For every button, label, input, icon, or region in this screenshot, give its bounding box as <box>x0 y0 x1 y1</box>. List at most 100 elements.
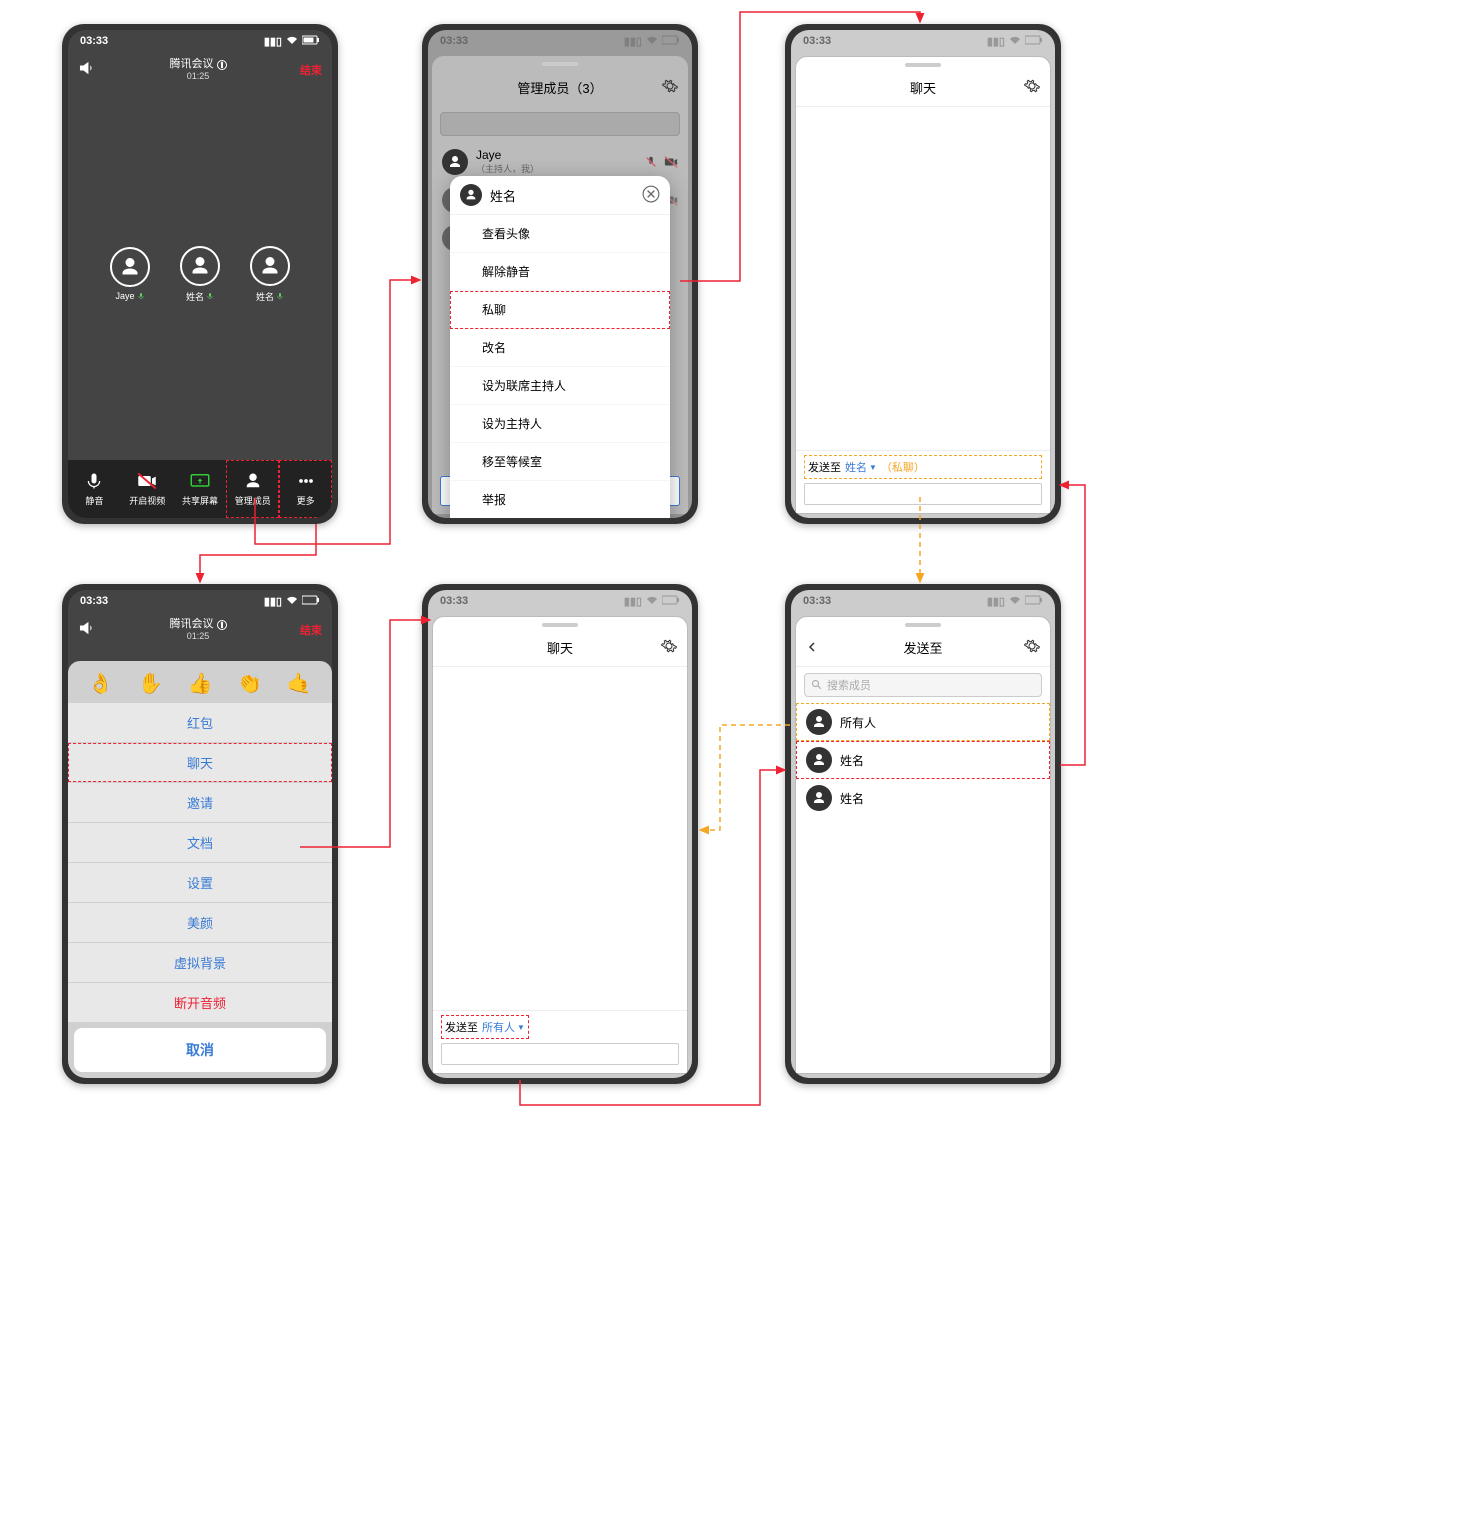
wifi-icon <box>646 35 658 48</box>
chat-footer: 发送至 所有人 ▼ <box>433 1010 687 1073</box>
opt-private-chat[interactable]: 私聊 <box>450 291 670 329</box>
menu-chat[interactable]: 聊天 <box>68 743 332 782</box>
participant-2[interactable]: 姓名 <box>180 246 220 303</box>
info-icon[interactable] <box>217 620 227 630</box>
drag-handle[interactable] <box>905 63 941 67</box>
status-time: 03:33 <box>440 595 468 607</box>
phone-chat-all: 03:33 ▮▮▯ 聊天 发送至 所有人 ▼ <box>422 584 698 1084</box>
search-members-input[interactable]: 搜索成员 <box>440 112 680 136</box>
battery-icon <box>662 595 680 608</box>
bottom-toolbar: 静音 开启视频 共享屏幕 管理成员 更多 <box>68 460 332 518</box>
popup-title: 姓名 <box>490 186 516 205</box>
mic-off-icon <box>644 155 658 169</box>
participants-row: Jaye 姓名 姓名 <box>68 88 332 460</box>
status-time: 03:33 <box>803 35 831 47</box>
share-screen-button[interactable]: 共享屏幕 <box>174 460 227 518</box>
status-bar: 03:33 ▮▮▯ <box>791 590 1055 612</box>
more-actionsheet: 👌 ✋ 👍 👏 🤙 红包 聊天 邀请 文档 设置 美颜 虚拟背景 断开音频 取消 <box>68 661 332 1078</box>
menu-virtual-bg[interactable]: 虚拟背景 <box>68 943 332 982</box>
menu-settings[interactable]: 设置 <box>68 863 332 902</box>
sendto-person-1[interactable]: 姓名 <box>796 741 1050 779</box>
menu-invite[interactable]: 邀请 <box>68 783 332 822</box>
meeting-title: 腾讯会议 <box>170 618 214 631</box>
opt-view-avatar[interactable]: 查看头像 <box>450 215 670 253</box>
opt-rename[interactable]: 改名 <box>450 329 670 367</box>
participant-label: Jaye <box>115 291 134 301</box>
video-off-icon <box>137 471 157 491</box>
chat-header: 聊天 <box>433 629 687 667</box>
search-members-input[interactable]: 搜索成员 <box>804 673 1042 697</box>
menu-docs[interactable]: 文档 <box>68 823 332 862</box>
gear-icon[interactable] <box>662 78 678 97</box>
participant-label: 姓名 <box>256 290 274 303</box>
status-time: 03:33 <box>440 35 468 47</box>
battery-icon <box>302 595 320 608</box>
status-time: 03:33 <box>803 595 831 607</box>
meeting-title: 腾讯会议 <box>170 58 214 71</box>
drag-handle[interactable] <box>905 623 941 627</box>
end-meeting-button[interactable]: 结束 <box>300 62 322 78</box>
members-header: 管理成员（3） <box>432 68 688 106</box>
sendto-item-label: 姓名 <box>840 790 864 807</box>
gear-icon[interactable] <box>1024 78 1040 97</box>
opt-host[interactable]: 设为主持人 <box>450 405 670 443</box>
participant-jaye[interactable]: Jaye <box>110 247 150 301</box>
back-icon[interactable] <box>806 640 818 656</box>
sendto-target: 所有人 <box>482 1019 515 1035</box>
member-sub: （主持人，我） <box>476 162 539 175</box>
avatar-icon <box>442 149 468 175</box>
emoji-clap[interactable]: 👏 <box>237 671 262 696</box>
members-icon <box>243 471 263 491</box>
opt-waiting-room[interactable]: 移至等候室 <box>450 443 670 481</box>
speaker-icon[interactable] <box>78 59 96 82</box>
meeting-header: 腾讯会议 01:25 结束 <box>68 52 332 88</box>
info-icon[interactable] <box>217 60 227 70</box>
video-button[interactable]: 开启视频 <box>121 460 174 518</box>
more-button[interactable]: 更多 <box>279 460 332 518</box>
participant-label: 姓名 <box>186 290 204 303</box>
sendto-person-2[interactable]: 姓名 <box>796 779 1050 817</box>
person-icon <box>118 255 142 279</box>
person-icon <box>258 254 282 278</box>
signal-icon: ▮▮▯ <box>987 35 1005 48</box>
end-meeting-button[interactable]: 结束 <box>300 622 322 638</box>
avatar-icon <box>464 188 478 202</box>
member-actions-popup: 姓名 查看头像 解除静音 私聊 改名 设为联席主持人 设为主持人 移至等候室 举… <box>450 176 670 518</box>
opt-cohost[interactable]: 设为联席主持人 <box>450 367 670 405</box>
menu-disconnect-audio[interactable]: 断开音频 <box>68 983 332 1022</box>
phone-members: 03:33 ▮▮▯ 管理成员（3） 搜索成员 Jaye （主持人，我） <box>422 24 698 524</box>
mic-on-icon <box>276 292 284 300</box>
signal-icon: ▮▮▯ <box>624 595 642 608</box>
members-title: 管理成员（3） <box>517 78 602 97</box>
menu-cancel[interactable]: 取消 <box>74 1028 326 1072</box>
phone-more-menu: 03:33 ▮▮▯ 腾讯会议 01:25 结束 👌 ✋ � <box>62 584 338 1084</box>
status-time: 03:33 <box>80 595 108 607</box>
meeting-header: 腾讯会议 01:25 结束 <box>68 612 332 648</box>
close-icon[interactable] <box>642 185 660 206</box>
emoji-thumbsup[interactable]: 👍 <box>188 671 213 696</box>
sendto-selector[interactable]: 发送至 所有人 ▼ <box>441 1015 529 1039</box>
emoji-hand[interactable]: ✋ <box>138 671 163 696</box>
drag-handle[interactable] <box>542 62 578 66</box>
gear-icon[interactable] <box>1024 638 1040 657</box>
wifi-icon <box>286 595 298 608</box>
emoji-ok[interactable]: 👌 <box>88 671 113 696</box>
speaker-icon[interactable] <box>78 619 96 642</box>
menu-beauty[interactable]: 美颜 <box>68 903 332 942</box>
sendto-selector[interactable]: 发送至 姓名 ▼ （私聊） <box>804 455 1042 479</box>
battery-icon <box>662 35 680 48</box>
gear-icon[interactable] <box>661 638 677 657</box>
sendto-everyone[interactable]: 所有人 <box>796 703 1050 741</box>
mute-button[interactable]: 静音 <box>68 460 121 518</box>
emoji-call[interactable]: 🤙 <box>287 671 312 696</box>
chat-input[interactable] <box>441 1043 679 1065</box>
chat-input[interactable] <box>804 483 1042 505</box>
members-button[interactable]: 管理成员 <box>226 460 279 518</box>
status-bar: 03:33 ▮▮▯ <box>428 590 692 612</box>
battery-icon <box>1025 35 1043 48</box>
participant-3[interactable]: 姓名 <box>250 246 290 303</box>
opt-unmute[interactable]: 解除静音 <box>450 253 670 291</box>
opt-report[interactable]: 举报 <box>450 481 670 518</box>
menu-hongbao[interactable]: 红包 <box>68 703 332 742</box>
drag-handle[interactable] <box>542 623 578 627</box>
